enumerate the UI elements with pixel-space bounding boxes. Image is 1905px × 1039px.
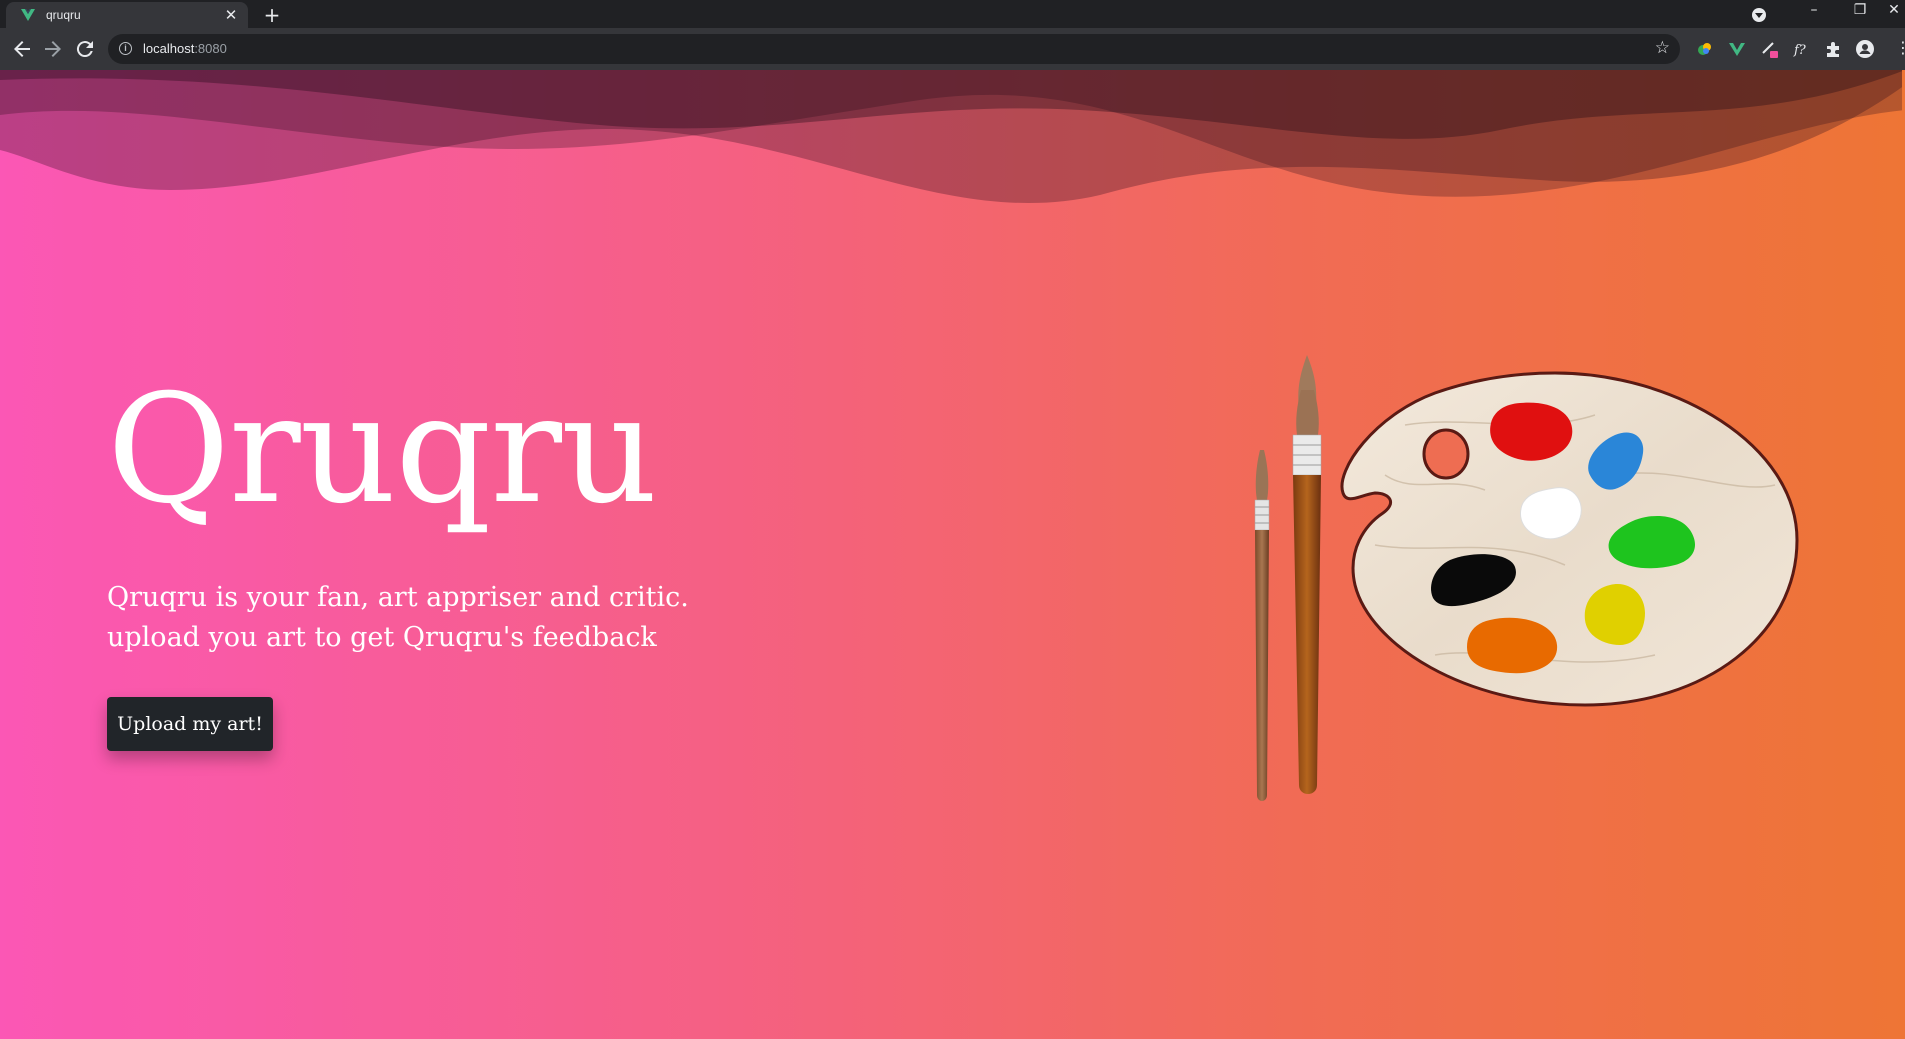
vue-favicon-icon bbox=[21, 9, 35, 21]
large-paintbrush-illustration bbox=[1292, 355, 1322, 794]
browser-toolbar: i localhost:8080 ☆ f? ⋮ bbox=[0, 28, 1905, 70]
puzzle-extension-icon[interactable] bbox=[1823, 39, 1843, 59]
menu-dots-icon[interactable]: ⋮ bbox=[1895, 38, 1905, 57]
back-arrow-icon[interactable] bbox=[10, 37, 34, 61]
info-icon[interactable]: i bbox=[119, 42, 132, 55]
forward-arrow-icon[interactable] bbox=[41, 37, 65, 61]
vue-devtools-icon[interactable] bbox=[1727, 39, 1747, 59]
font-extension-icon[interactable]: f? bbox=[1791, 39, 1811, 59]
orange-paint-blob bbox=[1467, 617, 1558, 674]
tab-title: qruqru bbox=[46, 8, 81, 22]
pen-extension-icon[interactable] bbox=[1759, 39, 1779, 59]
upload-art-button[interactable]: Upload my art! bbox=[107, 697, 273, 751]
svg-text:f?: f? bbox=[1793, 43, 1807, 58]
page-title: Qruqru bbox=[107, 363, 658, 537]
tab-search-icon[interactable] bbox=[1752, 8, 1766, 22]
small-paintbrush-illustration bbox=[1254, 450, 1270, 801]
close-window-button[interactable]: ✕ bbox=[1883, 2, 1905, 18]
tab-close-icon[interactable]: ✕ bbox=[222, 6, 240, 24]
header-waves bbox=[0, 70, 1905, 204]
landing-page: Qruqru Qruqru is your fan, art appriser … bbox=[0, 70, 1905, 1039]
new-tab-button[interactable]: + bbox=[262, 3, 282, 27]
browser-tab[interactable]: qruqru ✕ bbox=[6, 2, 248, 28]
bookmark-star-icon[interactable]: ☆ bbox=[1655, 38, 1670, 58]
color-extension-icon[interactable] bbox=[1695, 39, 1715, 59]
restore-button[interactable]: ❐ bbox=[1849, 2, 1871, 18]
profile-icon[interactable] bbox=[1855, 39, 1875, 59]
browser-tab-strip: qruqru ✕ + – ❐ ✕ bbox=[0, 0, 1905, 28]
reload-icon[interactable] bbox=[73, 37, 97, 61]
address-bar[interactable]: i localhost:8080 ☆ bbox=[108, 34, 1680, 64]
subtitle-line-1: Qruqru is your fan, art appriser and cri… bbox=[107, 582, 689, 613]
subtitle-line-2: upload you art to get Qruqru's feedback bbox=[107, 622, 657, 653]
minimize-button[interactable]: – bbox=[1803, 2, 1825, 18]
palette-illustration bbox=[1254, 355, 1799, 801]
page-subtitle: Qruqru is your fan, art appriser and cri… bbox=[107, 578, 689, 658]
url-text[interactable]: localhost:8080 bbox=[143, 41, 227, 56]
